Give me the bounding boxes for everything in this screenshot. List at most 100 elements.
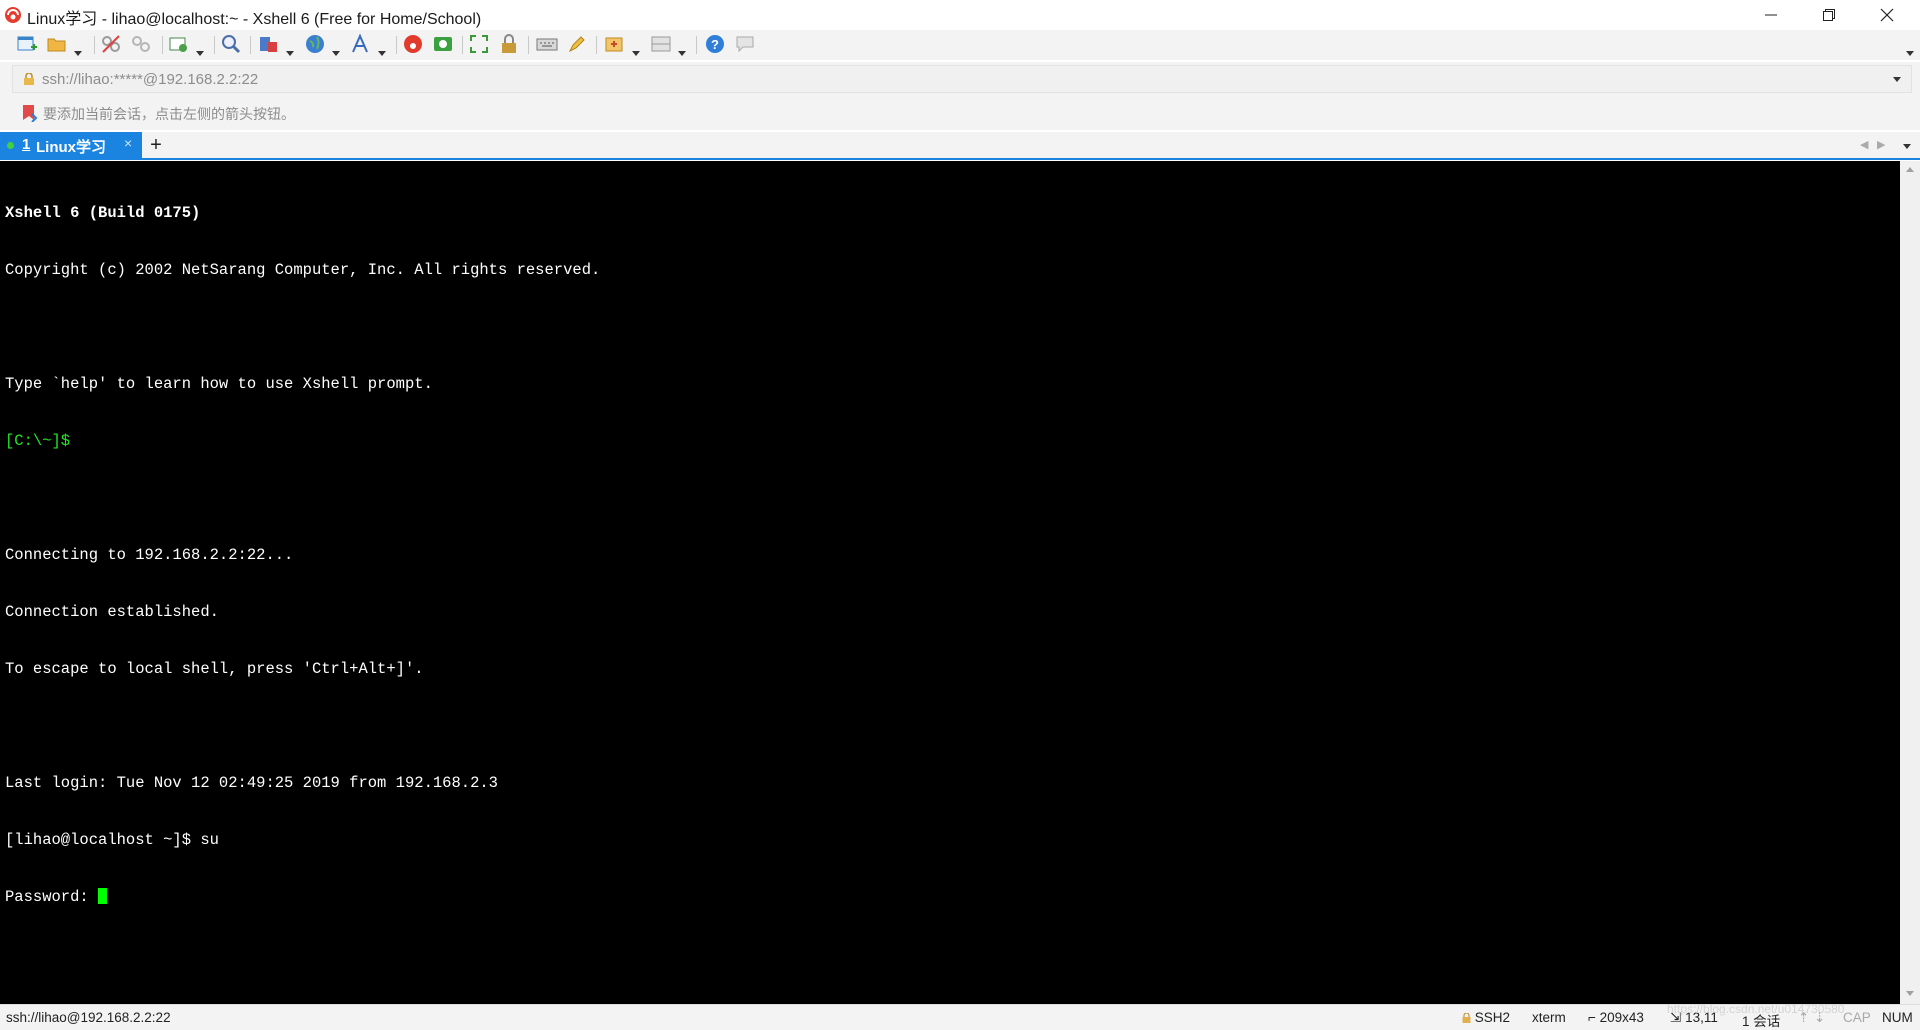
terminal-line: Connection established. — [5, 603, 219, 621]
toolbar-separator — [528, 36, 529, 54]
terminal-line: [lihao@localhost ~]$ su — [5, 831, 219, 849]
maximize-icon — [1823, 9, 1835, 21]
help-button[interactable]: ? — [704, 33, 728, 57]
address-input[interactable]: ssh://lihao:*****@192.168.2.2:22 — [42, 71, 258, 88]
local-prompt: [C:\~]$ — [5, 432, 71, 450]
close-button[interactable] — [1864, 0, 1910, 30]
password-prompt: Password: — [5, 888, 99, 906]
disconnect-icon — [132, 36, 150, 52]
disconnect-button[interactable] — [130, 33, 154, 57]
toolbar: ? — [0, 30, 1920, 60]
toolbar-separator — [696, 36, 697, 54]
reconnect-button[interactable] — [100, 33, 124, 57]
address-bar[interactable]: ssh://lihao:*****@192.168.2.2:22 — [12, 65, 1912, 93]
password-prompt-line: Password: — [5, 888, 600, 907]
status-lock-icon — [1462, 1012, 1471, 1023]
layout-icon — [651, 36, 671, 52]
terminal-screen[interactable]: Xshell 6 (Build 0175) Copyright (c) 2002… — [0, 161, 1900, 1004]
status-terminal-type: xterm — [1532, 1010, 1566, 1025]
tab-number: 1 — [22, 136, 31, 153]
connection-status-dot-icon — [7, 142, 14, 149]
highlight-icon — [568, 36, 585, 53]
encoding-button[interactable] — [304, 33, 344, 57]
highlight-button[interactable] — [566, 33, 590, 57]
add-session-arrow-icon[interactable] — [20, 104, 38, 122]
size-label: 209x43 — [1599, 1010, 1644, 1025]
toolbar-separator — [214, 36, 215, 54]
svg-text:?: ? — [711, 37, 719, 52]
xshell-icon — [404, 35, 422, 53]
scroll-down-icon[interactable] — [1906, 991, 1914, 996]
properties-button[interactable] — [168, 33, 208, 57]
lock-icon — [502, 34, 516, 53]
terminal-cursor[interactable] — [98, 888, 108, 904]
keyboard-icon — [536, 38, 558, 51]
title-bar: Linux学习 - lihao@localhost:~ - Xshell 6 (… — [0, 0, 1920, 30]
minimize-icon — [1765, 14, 1777, 16]
status-protocol: SSH2 — [1462, 1010, 1510, 1025]
connect-icon — [102, 35, 120, 53]
terminal-output: Xshell 6 (Build 0175) Copyright (c) 2002… — [5, 166, 600, 945]
tab-scroll-right-icon[interactable]: ▶ — [1877, 138, 1885, 151]
status-size: ⌐ 209x43 — [1588, 1010, 1644, 1025]
tab-close-icon[interactable]: × — [124, 135, 132, 151]
font-button[interactable] — [350, 33, 390, 57]
tab-bar: 1 Linux学习 × + ◀ ▶ — [0, 132, 1920, 160]
scroll-up-icon[interactable] — [1906, 167, 1914, 172]
session-bar: 要添加当前会话，点击左侧的箭头按钮。 — [0, 96, 1920, 130]
terminal-line: Connecting to 192.168.2.2:22... — [5, 546, 294, 564]
address-lock-icon — [24, 73, 34, 85]
transfer-button[interactable] — [258, 33, 298, 57]
session-hint-text: 要添加当前会话，点击左侧的箭头按钮。 — [43, 106, 295, 122]
status-cap: CAP — [1843, 1010, 1871, 1025]
add-tab-button[interactable]: + — [146, 134, 166, 156]
help-icon: ? — [706, 35, 724, 53]
address-dropdown-icon[interactable] — [1893, 77, 1901, 82]
fullscreen-icon — [470, 35, 488, 53]
toolbar-overflow-button[interactable] — [1904, 33, 1916, 57]
status-num: NUM — [1882, 1010, 1913, 1025]
globe-icon — [306, 35, 324, 53]
tab-scroll-left-icon[interactable]: ◀ — [1860, 138, 1868, 151]
terminal-line: Copyright (c) 2002 NetSarang Computer, I… — [5, 261, 601, 279]
tab-label: Linux学习 — [36, 139, 106, 156]
terminal-line: To escape to local shell, press 'Ctrl+Al… — [5, 660, 424, 678]
restore-button[interactable] — [1806, 0, 1852, 30]
tab-linux-learning[interactable]: 1 Linux学习 × — [0, 132, 142, 158]
script-icon — [605, 37, 623, 52]
open-button[interactable] — [46, 33, 86, 57]
status-upload-icon: ⇡ — [1798, 1010, 1810, 1025]
toolbar-separator — [94, 36, 95, 54]
find-button[interactable] — [220, 33, 244, 57]
tab-list-dropdown-icon[interactable] — [1903, 144, 1911, 149]
xshell-button[interactable] — [402, 33, 426, 57]
toolbar-separator — [396, 36, 397, 54]
new-session-icon — [17, 36, 37, 51]
minimize-button[interactable] — [1748, 0, 1794, 30]
properties-icon — [169, 37, 187, 52]
fullscreen-button[interactable] — [468, 33, 492, 57]
toolbar-separator — [162, 36, 163, 54]
chat-button[interactable] — [734, 33, 758, 57]
protocol-label: SSH2 — [1474, 1010, 1511, 1025]
toolbar-separator — [250, 36, 251, 54]
terminal-line: Xshell 6 (Build 0175) — [5, 204, 201, 222]
find-icon — [222, 35, 241, 54]
chat-icon — [736, 36, 754, 53]
address-row: ssh://lihao:*****@192.168.2.2:22 — [0, 62, 1920, 96]
terminal-scrollbar[interactable] — [1900, 161, 1920, 1004]
layout-button[interactable] — [650, 33, 690, 57]
toolbar-separator — [596, 36, 597, 54]
xftp-button[interactable] — [432, 33, 456, 57]
lock-button[interactable] — [498, 33, 522, 57]
new-session-button[interactable] — [16, 33, 40, 57]
script-button[interactable] — [604, 33, 644, 57]
window-title: Linux学习 - lihao@localhost:~ - Xshell 6 (… — [27, 11, 482, 28]
close-icon — [1880, 8, 1894, 22]
keyboard-button[interactable] — [536, 33, 560, 57]
transfer-icon — [260, 37, 277, 52]
status-download-icon: ⇣ — [1814, 1010, 1826, 1025]
